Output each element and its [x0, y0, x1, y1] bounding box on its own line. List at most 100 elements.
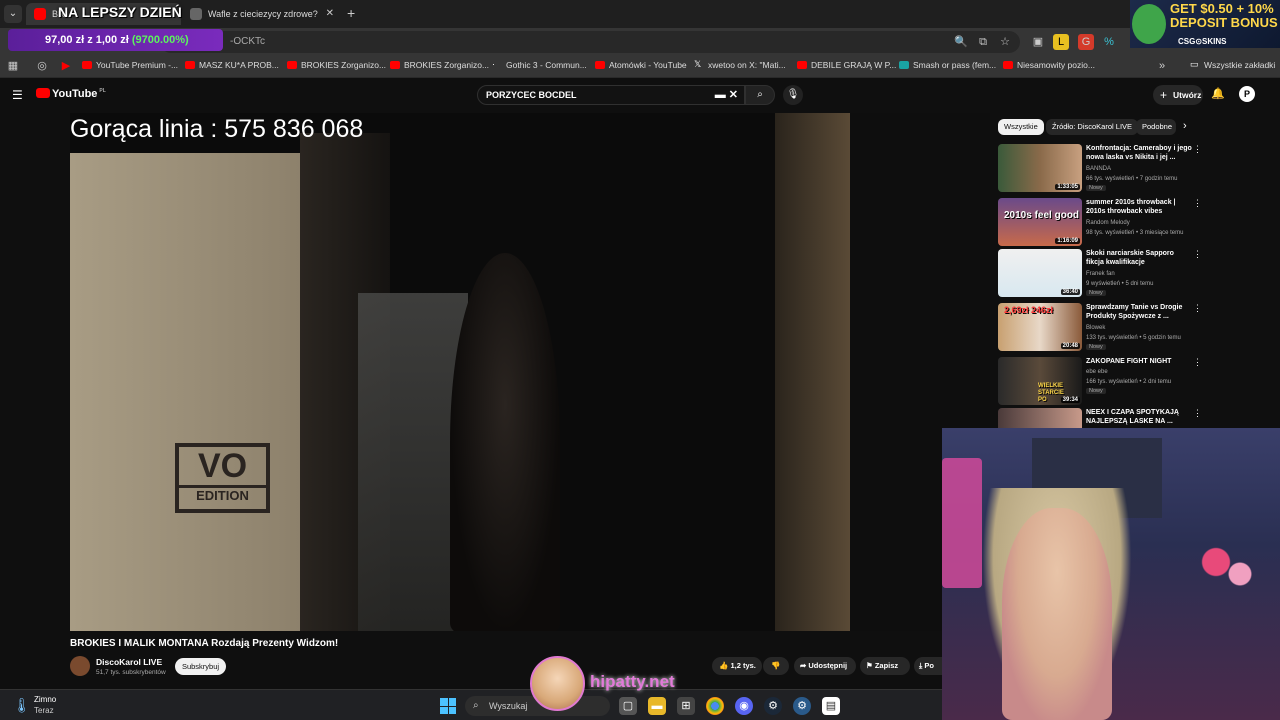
recommendation-item[interactable]: NEEX I CZAPA SPOTYKAJĄ NAJLEPSZĄ LASKE N…	[998, 408, 1203, 428]
more-vert-icon[interactable]: ⋮	[1193, 144, 1202, 155]
download-icon: ⤓	[919, 661, 923, 670]
duration-badge: 1:16:09	[1055, 238, 1080, 244]
more-vert-icon[interactable]: ⋮	[1193, 249, 1202, 260]
watermark-text: hipatty.net	[590, 672, 675, 691]
chip-similar[interactable]: Podobne	[1136, 119, 1176, 135]
chevron-right-icon[interactable]: ›	[1183, 120, 1187, 132]
extension-icon[interactable]: L	[1053, 34, 1069, 50]
clear-search-icon[interactable]: ▬ ✕	[715, 86, 738, 104]
bookmark-star-icon[interactable]: ☆	[997, 34, 1013, 50]
video-title: BROKIES I MALIK MONTANA Rozdają Prezenty…	[70, 638, 339, 649]
search-button[interactable]: ⌕	[745, 85, 775, 105]
more-vert-icon[interactable]: ⋮	[1193, 198, 1202, 209]
bookmark-label: Smash or pass (fem...	[913, 60, 997, 70]
thumbnail-text: 2,69zł 246zł	[1004, 305, 1054, 315]
youtube-bookmark-icon[interactable]: ▶	[58, 58, 74, 74]
video-player[interactable]: VO EDITION	[70, 113, 990, 631]
menu-icon[interactable]: ☰	[12, 88, 23, 102]
bet-banner-overlay: 97,00 zł z 1,00 zł (9700.00%)	[8, 29, 223, 51]
bookmark-item[interactable]: · Gothic 3 - Commun...	[492, 59, 587, 70]
taskbar-search-label: Wyszukaj	[489, 701, 528, 711]
new-badge: Nowy	[1086, 290, 1106, 296]
address-bar[interactable]: -OCKTc	[160, 31, 1020, 53]
bookmark-item[interactable]: MASZ KU*A PROB...	[185, 60, 279, 70]
extension-icon[interactable]: %	[1101, 34, 1117, 50]
more-vert-icon[interactable]: ⋮	[1193, 303, 1202, 314]
thermometer-icon[interactable]: 🌡	[13, 697, 31, 714]
voice-search-icon[interactable]: 🎙	[783, 85, 803, 105]
extension-icon[interactable]: G	[1078, 34, 1094, 50]
tab-search-icon[interactable]: ⌄	[4, 5, 22, 23]
settings-icon[interactable]: ⚙	[793, 697, 811, 715]
bookmark-item[interactable]: 𝕏xwetoo on X: "Mati...	[694, 59, 786, 70]
video-thumbnail: 2010s feel good 1:16:09	[998, 198, 1082, 246]
new-tab-icon[interactable]: +	[347, 5, 355, 21]
create-button[interactable]: + Utwórz	[1153, 85, 1203, 105]
bookmark-item[interactable]: Smash or pass (fem...	[899, 60, 996, 70]
subscriber-count: 51,7 tys. subskrybentów	[96, 669, 166, 676]
document-icon[interactable]: ▤	[822, 697, 840, 715]
like-button[interactable]: 👍 1,2 tys.	[712, 657, 762, 675]
bookmark-item[interactable]: BROKIES Zorganizo...	[287, 60, 386, 70]
youtube-logo[interactable]: YouTube PL	[36, 88, 106, 100]
rec-channel: Random Melody	[1086, 220, 1130, 226]
recommendation-item[interactable]: WIELKIE STARCIE PO 39:34 ZAKOPANE FIGHT …	[998, 357, 1203, 407]
video-thumbnail: 1:33:05	[998, 144, 1082, 192]
store-icon[interactable]: ⊞	[677, 697, 695, 715]
download-button[interactable]: ⤓ Po	[914, 657, 942, 675]
bookmark-icon[interactable]: ◎	[34, 58, 50, 74]
ad-brand: CSG⊙SKINS	[1178, 37, 1227, 46]
chip-all[interactable]: Wszystkie	[998, 119, 1044, 135]
search-input[interactable]: PORZYCEC BOCDEL ▬ ✕	[477, 85, 745, 105]
bookmark-item[interactable]: YouTube Premium -...	[82, 60, 178, 70]
vo-logo-top: VO	[197, 447, 248, 485]
bookmark-item[interactable]: Atomówki - YouTube	[595, 60, 687, 70]
channel-name[interactable]: DiscoKarol LIVE	[96, 657, 162, 667]
recommendation-item[interactable]: 2,69zł 246zł 20:48 Sprawdzamy Tanie vs D…	[998, 303, 1203, 353]
download-label: Po	[924, 661, 935, 670]
discord-icon[interactable]: ◉	[735, 697, 753, 715]
more-vert-icon[interactable]: ⋮	[1193, 408, 1202, 419]
apps-grid-icon[interactable]: ▦	[5, 58, 21, 74]
steam-icon[interactable]: ⚙	[764, 697, 782, 715]
video-thumbnail: 36:40	[998, 249, 1082, 297]
bookmark-label: BROKIES Zorganizo...	[404, 60, 490, 70]
bet-amount: 97,00 zł z 1,00 zł	[45, 34, 129, 46]
chip-source[interactable]: Źródło: DiscoKarol LIVE	[1046, 119, 1139, 135]
plus-icon: +	[1160, 88, 1168, 102]
folder-icon: ▭	[1190, 59, 1199, 69]
bookmark-item[interactable]: BROKIES Zorganizo...	[390, 60, 489, 70]
share-button[interactable]: ➦ Udostępnij	[794, 657, 856, 675]
extension-icon[interactable]: ▣	[1030, 34, 1046, 50]
channel-avatar[interactable]	[70, 656, 90, 676]
tab-wafle[interactable]: Wafle z cieciezycy zdrowe? ✕	[182, 3, 340, 25]
recommendation-item[interactable]: 2010s feel good 1:16:09 summer 2010s thr…	[998, 198, 1203, 248]
more-bookmarks-icon[interactable]: »	[1154, 58, 1170, 74]
duration-badge: 20:48	[1060, 343, 1080, 349]
recommendation-item[interactable]: 1:33:05 Konfrontacja: Cameraboy i jego n…	[998, 144, 1203, 194]
weather-label[interactable]: Zimno	[34, 695, 56, 704]
windows-start-icon[interactable]	[440, 698, 456, 714]
windows-taskbar: 🌡 Zimno Teraz ⌕ Wyszukaj ▢ ▬ ⊞ ◉ ⚙ ⚙ ▤	[0, 689, 942, 720]
dislike-button[interactable]: 👎	[763, 657, 789, 675]
save-label: Zapisz	[874, 661, 899, 670]
close-tab-icon[interactable]: ✕	[326, 3, 334, 25]
save-button[interactable]: ⚑ Zapisz	[860, 657, 910, 675]
thumbnail-text: 2010s feel good	[1004, 210, 1080, 221]
recommendation-item[interactable]: 36:40 Skoki narciarskie Sapporo fikcja k…	[998, 249, 1203, 299]
zoom-icon[interactable]: 🔍	[953, 34, 969, 50]
notifications-icon[interactable]: 🔔	[1211, 87, 1225, 100]
file-explorer-icon[interactable]: ▬	[648, 697, 666, 715]
bookmark-item[interactable]: DEBILE GRAJĄ W P...	[797, 60, 896, 70]
youtube-icon	[185, 61, 195, 69]
avatar[interactable]: P	[1239, 86, 1255, 102]
youtube-logo-icon	[36, 88, 50, 98]
rec-title: ZAKOPANE FIGHT NIGHT	[1086, 358, 1172, 365]
all-bookmarks[interactable]: ▭ Wszystkie zakładki	[1190, 59, 1275, 70]
chrome-icon[interactable]	[706, 697, 724, 715]
subscribe-button[interactable]: Subskrybuj	[175, 658, 226, 675]
bookmark-item[interactable]: Niesamowity pozio...	[1003, 60, 1095, 70]
more-vert-icon[interactable]: ⋮	[1193, 357, 1202, 368]
task-view-icon[interactable]: ▢	[619, 697, 637, 715]
cast-icon[interactable]: ⧉	[975, 34, 991, 50]
